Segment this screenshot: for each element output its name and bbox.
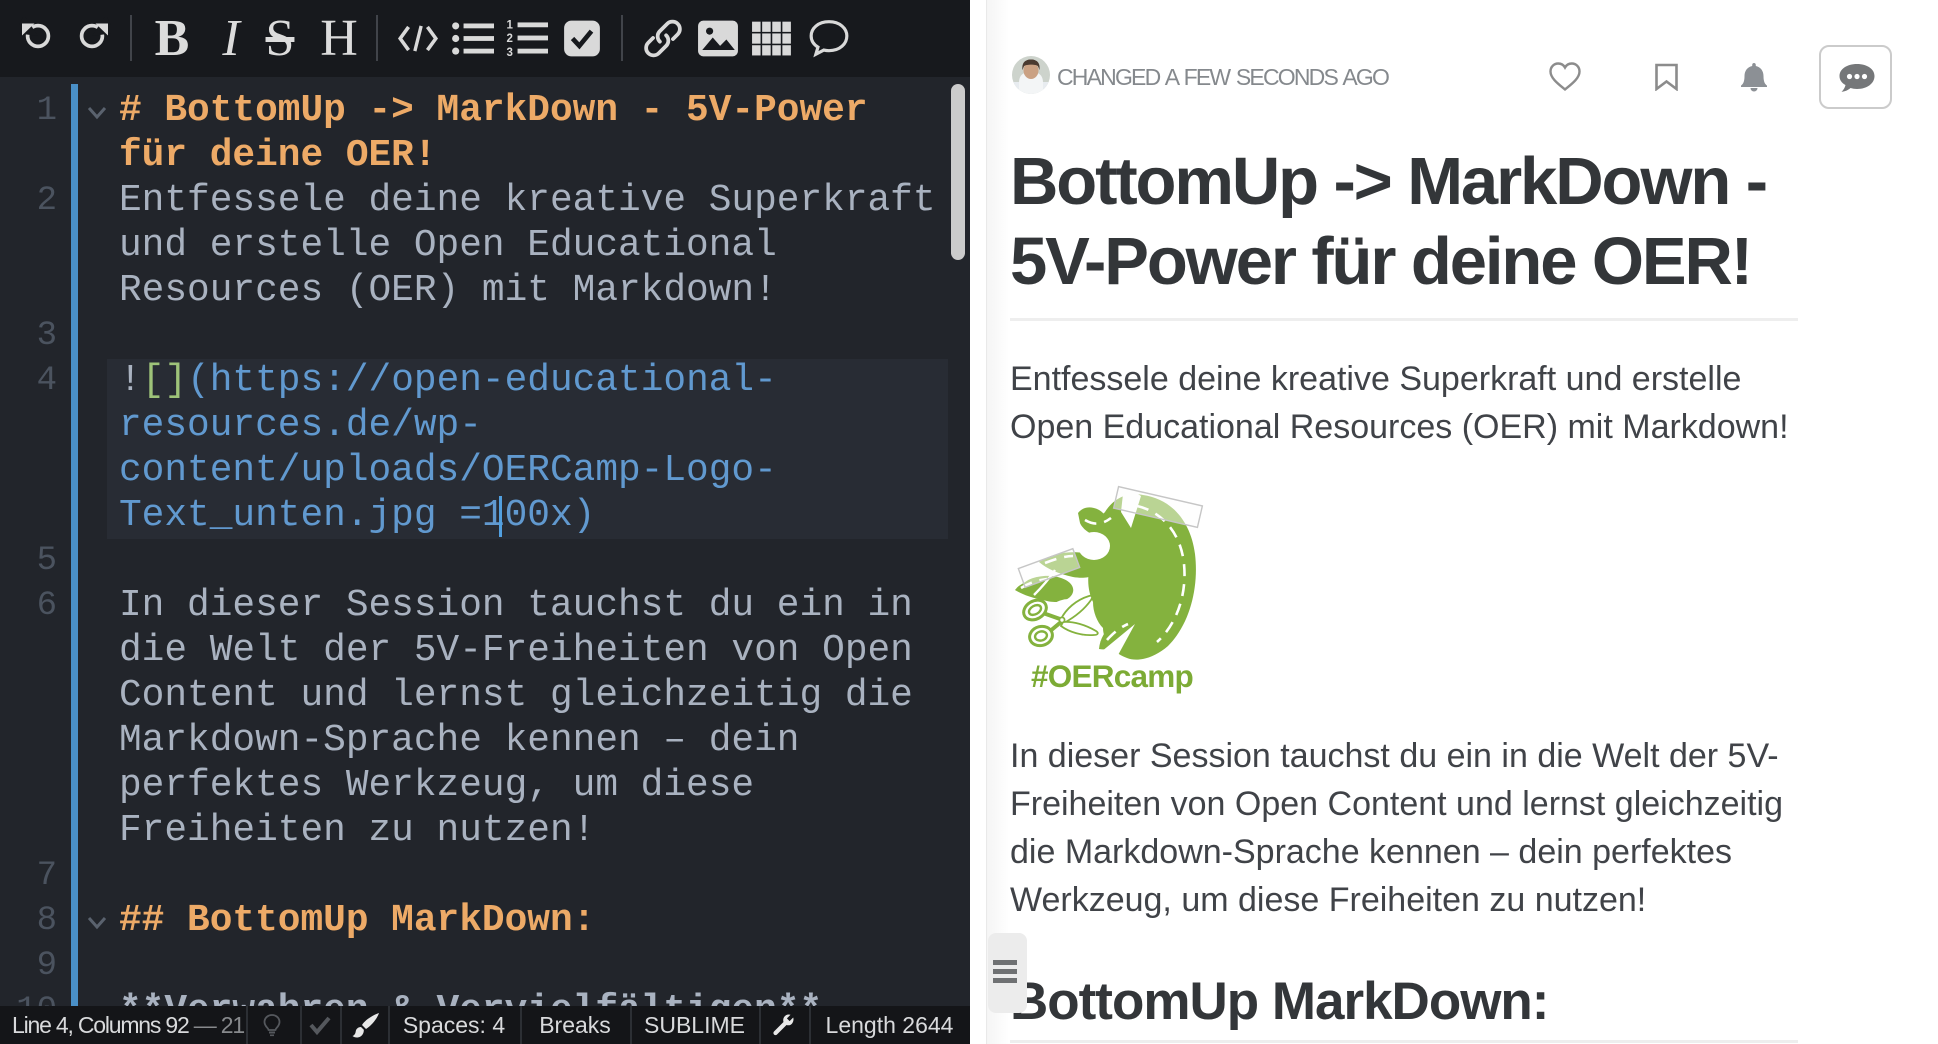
svg-text:2: 2 [506, 33, 512, 45]
svg-text:3: 3 [506, 47, 512, 59]
svg-text:1: 1 [506, 20, 513, 32]
